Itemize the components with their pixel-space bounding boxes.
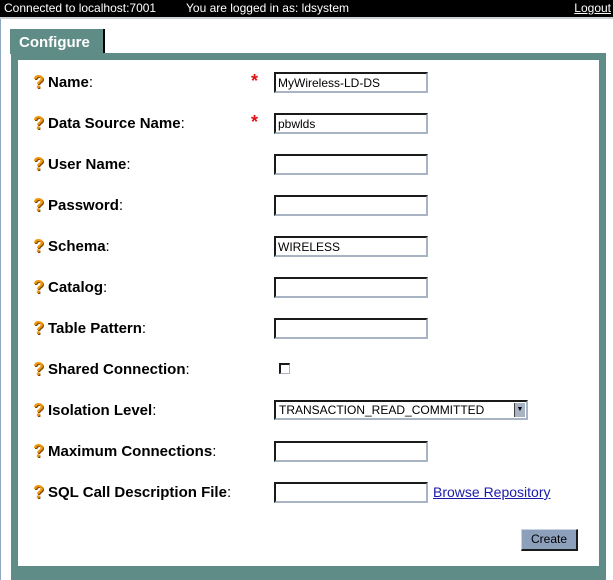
table-pattern-input[interactable]: [274, 318, 428, 339]
field-label: Shared Connection:: [48, 361, 190, 378]
field-label: User Name:: [48, 156, 131, 173]
field-label: SQL Call Description File:: [48, 484, 232, 501]
catalog-input[interactable]: [274, 277, 428, 298]
sql-call-description-file-input[interactable]: [274, 482, 428, 503]
required-icon: *: [251, 112, 259, 132]
connection-status: Connected to localhost:7001: [4, 1, 157, 15]
selected-value: TRANSACTION_READ_COMMITTED: [279, 403, 485, 417]
help-icon[interactable]: ?: [33, 195, 47, 215]
data-source-name-input[interactable]: [274, 113, 428, 134]
form-row-table-pattern: ? Table Pattern:: [18, 318, 599, 342]
required-icon: *: [251, 71, 259, 91]
user-name-input[interactable]: [274, 154, 428, 175]
help-icon[interactable]: ?: [33, 482, 47, 502]
help-icon[interactable]: ?: [33, 359, 47, 379]
help-icon[interactable]: ?: [33, 236, 47, 256]
help-icon[interactable]: ?: [33, 441, 47, 461]
logged-in-user: You are logged in as: ldsystem: [186, 1, 349, 15]
form-row-isolation-level: ? Isolation Level: TRANSACTION_READ_COMM…: [18, 400, 599, 424]
field-label: Data Source Name:: [48, 115, 185, 132]
configure-form: ? Name: * ? Data Source Name: * ? User N…: [18, 60, 599, 566]
shared-connection-checkbox[interactable]: [279, 363, 290, 374]
maximum-connections-input[interactable]: [274, 441, 428, 462]
field-label: Password:: [48, 197, 124, 214]
schema-input[interactable]: [274, 236, 428, 257]
form-row-maximum-connections: ? Maximum Connections:: [18, 441, 599, 465]
isolation-level-select[interactable]: TRANSACTION_READ_COMMITTED ▼: [274, 400, 528, 420]
help-icon[interactable]: ?: [33, 400, 47, 420]
field-label: Name:: [48, 74, 94, 91]
field-label: Table Pattern:: [48, 320, 147, 337]
logout-link[interactable]: Logout: [574, 0, 611, 17]
create-button[interactable]: Create: [521, 529, 578, 551]
field-label: Isolation Level:: [48, 402, 157, 419]
form-row-data-source-name: ? Data Source Name: *: [18, 113, 599, 137]
help-icon[interactable]: ?: [33, 318, 47, 338]
browse-repository-link[interactable]: Browse Repository: [433, 484, 551, 500]
help-icon[interactable]: ?: [33, 72, 47, 92]
form-row-sql-call-description-file: ? SQL Call Description File: Browse Repo…: [18, 482, 599, 506]
form-row-schema: ? Schema:: [18, 236, 599, 260]
field-label: Maximum Connections:: [48, 443, 217, 460]
configure-panel: ? Name: * ? Data Source Name: * ? User N…: [11, 53, 606, 580]
form-row-shared-connection: ? Shared Connection:: [18, 359, 599, 383]
form-row-password: ? Password:: [18, 195, 599, 219]
help-icon[interactable]: ?: [33, 113, 47, 133]
form-row-user-name: ? User Name:: [18, 154, 599, 178]
window-edge: [0, 18, 1, 580]
dropdown-arrow-icon[interactable]: ▼: [514, 403, 525, 417]
tab-configure[interactable]: Configure: [10, 29, 105, 54]
form-row-catalog: ? Catalog:: [18, 277, 599, 301]
field-label: Catalog:: [48, 279, 108, 296]
password-input[interactable]: [274, 195, 428, 216]
name-input[interactable]: [274, 72, 428, 93]
divider: [0, 17, 613, 19]
help-icon[interactable]: ?: [33, 277, 47, 297]
status-bar: Connected to localhost:7001 You are logg…: [0, 0, 613, 17]
help-icon[interactable]: ?: [33, 154, 47, 174]
field-label: Schema:: [48, 238, 110, 255]
form-row-name: ? Name: *: [18, 72, 599, 96]
